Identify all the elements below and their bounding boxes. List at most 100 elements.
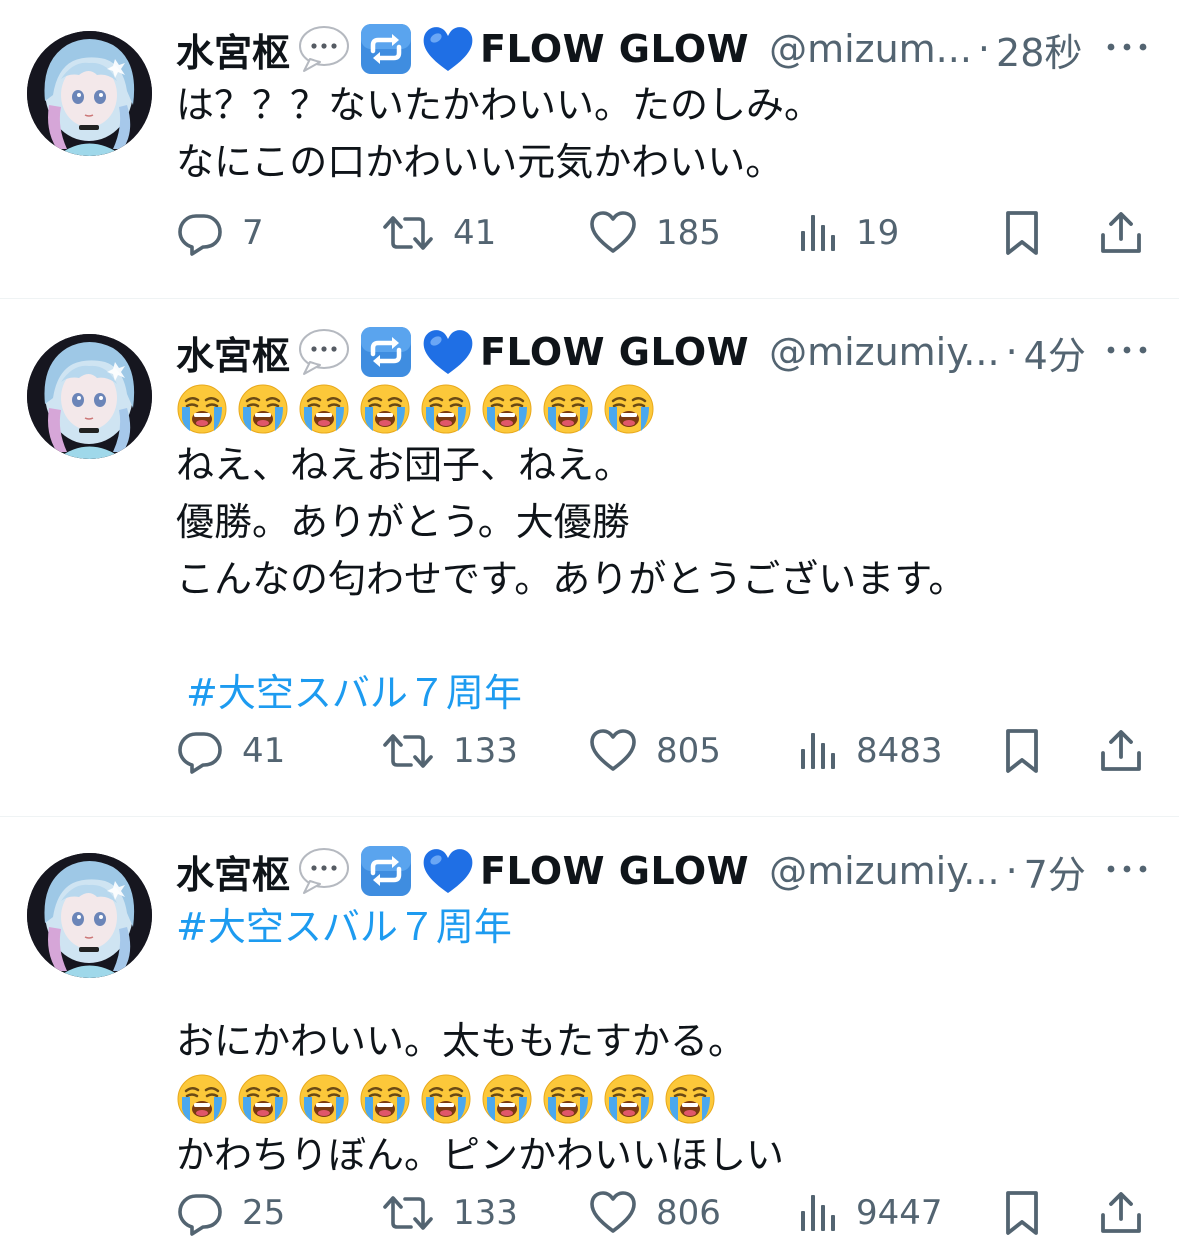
loudly-crying-face-icon: [664, 1073, 716, 1125]
user-handle[interactable]: @mizumiy...: [769, 849, 1000, 893]
display-name[interactable]: 水宮枢: [176, 325, 290, 380]
views-count: 9447: [856, 1193, 943, 1233]
blue-heart-icon: [420, 324, 476, 380]
retweet-count: 41: [453, 213, 497, 253]
loudly-crying-face-icon: [420, 1073, 472, 1125]
loudly-crying-face-icon: [359, 383, 411, 435]
views-button[interactable]: 8483: [798, 721, 943, 781]
timestamp[interactable]: 4分: [1024, 325, 1086, 380]
like-button[interactable]: 805: [588, 721, 721, 781]
display-name[interactable]: 水宮枢: [176, 22, 290, 77]
tweet-actions: 25 133 806 9447: [176, 1183, 1149, 1243]
separator: ·: [1005, 330, 1018, 374]
loudly-crying-face-icon: [237, 1073, 289, 1125]
share-button[interactable]: [1097, 203, 1145, 263]
display-name-suffix[interactable]: FLOW GLOW: [480, 330, 749, 374]
tweet-actions: 41 133 805 8483: [176, 721, 1149, 781]
tweet-text: は？？？ないたかわいい。たのしみ。 なにこの口かわいい元気かわいい。: [176, 77, 1149, 191]
views-icon: [798, 727, 838, 775]
tweet-text-line: は？？？ないたかわいい。たのしみ。: [176, 83, 823, 127]
share-button[interactable]: [1097, 1183, 1145, 1243]
loudly-crying-face-icon: [176, 383, 228, 435]
avatar[interactable]: [27, 31, 152, 156]
views-count: 19: [856, 213, 900, 253]
tweet-text-line: 優勝。ありがとう。大優勝: [176, 500, 630, 544]
bookmark-icon: [1002, 209, 1042, 257]
user-handle[interactable]: @mizumiy...: [769, 330, 1000, 374]
tweet-text-line: なにこの口かわいい元気かわいい。: [176, 140, 784, 184]
repeat-button-icon: [358, 843, 414, 899]
reply-icon: [176, 727, 224, 775]
more-options-icon[interactable]: [1105, 342, 1149, 358]
loudly-crying-face-icon: [542, 383, 594, 435]
reply-icon: [176, 209, 224, 257]
tweet[interactable]: 水宮枢 FLOW GLOW @mizumiy... · 4分 ねえ、ねえお団子、…: [0, 299, 1179, 816]
reply-button[interactable]: 25: [176, 1183, 285, 1243]
tweet[interactable]: 水宮枢 FLOW GLOW @mizum... · 28秒 は？？？ないたかわい…: [0, 0, 1179, 298]
share-icon: [1097, 727, 1145, 775]
like-button[interactable]: 185: [588, 203, 721, 263]
retweet-button[interactable]: 41: [381, 203, 496, 263]
retweet-button[interactable]: 133: [381, 721, 518, 781]
display-name[interactable]: 水宮枢: [176, 844, 290, 899]
loudly-crying-face-icon: [420, 383, 472, 435]
views-icon: [798, 1189, 838, 1237]
tweet-header: 水宮枢 FLOW GLOW @mizumiy... · 4分: [176, 324, 1149, 380]
reply-button[interactable]: 41: [176, 721, 285, 781]
display-name-suffix[interactable]: FLOW GLOW: [480, 849, 749, 893]
speech-bubble-icon: [296, 324, 352, 380]
retweet-icon: [381, 209, 435, 257]
hashtag-link[interactable]: #大空スバル７周年: [176, 665, 1149, 722]
loudly-crying-face-icon: [603, 1073, 655, 1125]
retweet-button[interactable]: 133: [381, 1183, 518, 1243]
separator: ·: [977, 27, 991, 71]
loudly-crying-face-icon: [359, 1073, 411, 1125]
more-options-icon[interactable]: [1105, 861, 1149, 877]
views-button[interactable]: 9447: [798, 1183, 943, 1243]
emoji-row: [176, 380, 1149, 437]
bookmark-button[interactable]: [1002, 203, 1042, 263]
hashtag-link[interactable]: #大空スバル７周年: [176, 899, 1149, 956]
views-icon: [798, 209, 838, 257]
like-button[interactable]: 806: [588, 1183, 721, 1243]
user-handle[interactable]: @mizum...: [769, 27, 972, 71]
loudly-crying-face-icon: [603, 383, 655, 435]
tweet-text: ねえ、ねえお団子、ねえ。 優勝。ありがとう。大優勝 こんなの匂わせです。ありがと…: [176, 380, 1149, 722]
tweet-header: 水宮枢 FLOW GLOW @mizumiy... · 7分: [176, 843, 1149, 899]
tweet-text-line: こんなの匂わせです。ありがとうございます。: [176, 557, 967, 601]
avatar[interactable]: [27, 334, 152, 459]
tweet-text: #大空スバル７周年 おにかわいい。太ももたすかる。 かわちりぼん。ピンかわいいほ…: [176, 899, 1149, 1184]
like-icon: [588, 1189, 638, 1237]
loudly-crying-face-icon: [481, 1073, 533, 1125]
tweet-header: 水宮枢 FLOW GLOW @mizum... · 28秒: [176, 21, 1149, 77]
blue-heart-icon: [420, 843, 476, 899]
retweet-count: 133: [453, 1193, 518, 1233]
views-button[interactable]: 19: [798, 203, 899, 263]
tweet-text-line: かわちりぼん。ピンかわいいほしい: [176, 1133, 785, 1177]
retweet-icon: [381, 727, 435, 775]
loudly-crying-face-icon: [481, 383, 533, 435]
retweet-icon: [381, 1189, 435, 1237]
reply-button[interactable]: 7: [176, 203, 264, 263]
separator: ·: [1005, 849, 1018, 893]
tweet[interactable]: 水宮枢 FLOW GLOW @mizumiy... · 7分 #大空スバル７周年…: [0, 817, 1179, 1237]
timestamp[interactable]: 28秒: [996, 22, 1082, 77]
speech-bubble-icon: [296, 843, 352, 899]
blue-heart-icon: [420, 21, 476, 77]
tweet-text-line: ねえ、ねえお団子、ねえ。: [176, 443, 633, 487]
retweet-count: 133: [453, 731, 518, 771]
loudly-crying-face-icon: [176, 1073, 228, 1125]
share-button[interactable]: [1097, 721, 1145, 781]
more-options-icon[interactable]: [1105, 39, 1149, 55]
reply-icon: [176, 1189, 224, 1237]
like-count: 185: [656, 213, 721, 253]
bookmark-button[interactable]: [1002, 721, 1042, 781]
display-name-suffix[interactable]: FLOW GLOW: [480, 27, 749, 71]
avatar[interactable]: [27, 853, 152, 978]
timestamp[interactable]: 7分: [1024, 844, 1086, 899]
repeat-button-icon: [358, 21, 414, 77]
bookmark-button[interactable]: [1002, 1183, 1042, 1243]
share-icon: [1097, 209, 1145, 257]
like-icon: [588, 727, 638, 775]
